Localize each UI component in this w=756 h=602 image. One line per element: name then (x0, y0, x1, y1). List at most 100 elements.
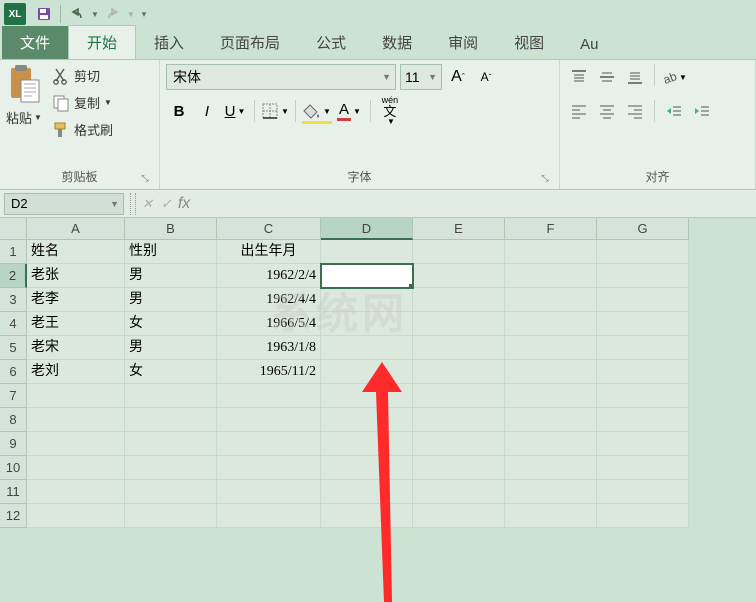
format-painter-button[interactable]: 格式刷 (48, 118, 117, 141)
cell[interactable] (597, 408, 689, 432)
cell[interactable] (321, 408, 413, 432)
cell[interactable]: 1962/2/4 (217, 264, 321, 288)
cell[interactable] (413, 408, 505, 432)
cell[interactable]: 1966/5/4 (217, 312, 321, 336)
row-header[interactable]: 6 (0, 360, 27, 384)
copy-button[interactable]: 复制▼ (48, 91, 117, 114)
align-middle-button[interactable] (594, 64, 620, 90)
cell[interactable] (597, 240, 689, 264)
cell[interactable] (597, 336, 689, 360)
cell[interactable]: 女 (125, 360, 217, 384)
cell[interactable]: 老张 (27, 264, 125, 288)
borders-button[interactable]: ▼ (261, 98, 289, 124)
align-center-button[interactable] (594, 98, 620, 124)
decrease-indent-button[interactable] (661, 98, 687, 124)
cell[interactable]: 老李 (27, 288, 125, 312)
cell[interactable] (505, 336, 597, 360)
cell[interactable] (217, 456, 321, 480)
qat-customize[interactable]: ▾ (137, 2, 151, 26)
formula-input[interactable] (196, 193, 756, 215)
cell[interactable] (27, 384, 125, 408)
cell[interactable] (321, 456, 413, 480)
cell[interactable] (505, 240, 597, 264)
row-header[interactable]: 5 (0, 336, 27, 360)
col-header-a[interactable]: A (27, 218, 125, 240)
increase-indent-button[interactable] (689, 98, 715, 124)
cell[interactable] (505, 264, 597, 288)
col-header-d[interactable]: D (321, 218, 413, 240)
cell[interactable] (217, 408, 321, 432)
cell[interactable] (413, 240, 505, 264)
align-top-button[interactable] (566, 64, 592, 90)
cell[interactable] (27, 456, 125, 480)
cell[interactable] (321, 336, 413, 360)
cell[interactable] (125, 456, 217, 480)
italic-button[interactable]: I (194, 98, 220, 124)
col-header-g[interactable]: G (597, 218, 689, 240)
tab-cut-off[interactable]: Au (562, 30, 616, 59)
cell[interactable] (597, 480, 689, 504)
tab-review[interactable]: 审阅 (430, 26, 496, 59)
cancel-formula-icon[interactable]: ✕ (142, 196, 153, 212)
cell[interactable] (597, 264, 689, 288)
cell[interactable]: 男 (125, 288, 217, 312)
align-right-button[interactable] (622, 98, 648, 124)
cell[interactable] (321, 240, 413, 264)
orientation-button[interactable]: ab▼ (661, 64, 687, 90)
font-name-combo[interactable]: 宋体▼ (166, 64, 396, 90)
active-cell[interactable] (321, 264, 413, 288)
cell[interactable] (505, 504, 597, 528)
cell[interactable] (413, 288, 505, 312)
cell[interactable] (217, 432, 321, 456)
tab-view[interactable]: 视图 (496, 26, 562, 59)
cell[interactable] (125, 408, 217, 432)
worksheet-grid[interactable]: A B C D E F G 1 姓名 性别 出生年月 2 老张 男 1962/2… (0, 218, 756, 528)
row-header[interactable]: 1 (0, 240, 27, 264)
tab-insert[interactable]: 插入 (136, 26, 202, 59)
row-header[interactable]: 7 (0, 384, 27, 408)
cell[interactable] (505, 480, 597, 504)
cell[interactable] (321, 288, 413, 312)
align-bottom-button[interactable] (622, 64, 648, 90)
row-header[interactable]: 4 (0, 312, 27, 336)
cell[interactable] (505, 288, 597, 312)
row-header[interactable]: 8 (0, 408, 27, 432)
cell[interactable] (321, 360, 413, 384)
cell[interactable] (125, 504, 217, 528)
cell[interactable] (125, 384, 217, 408)
cell[interactable] (505, 456, 597, 480)
paste-button[interactable]: 粘贴▼ (6, 64, 42, 127)
undo-button[interactable] (65, 2, 89, 26)
font-launcher[interactable]: ⤡ (539, 173, 551, 185)
cell[interactable] (413, 384, 505, 408)
underline-button[interactable]: U▼ (222, 98, 248, 124)
align-left-button[interactable] (566, 98, 592, 124)
col-header-e[interactable]: E (413, 218, 505, 240)
cell[interactable] (125, 480, 217, 504)
cell[interactable] (505, 408, 597, 432)
cell[interactable] (505, 312, 597, 336)
cell[interactable] (27, 504, 125, 528)
col-header-c[interactable]: C (217, 218, 321, 240)
tab-file[interactable]: 文件 (2, 26, 68, 59)
cell[interactable] (505, 384, 597, 408)
cell[interactable] (321, 312, 413, 336)
cell[interactable] (217, 480, 321, 504)
cell[interactable] (321, 480, 413, 504)
cell[interactable]: 性别 (125, 240, 217, 264)
select-all-corner[interactable] (0, 218, 27, 240)
cell[interactable] (597, 504, 689, 528)
redo-dropdown[interactable]: ▼ (125, 2, 137, 26)
cell[interactable]: 1965/11/2 (217, 360, 321, 384)
cell[interactable]: 姓名 (27, 240, 125, 264)
undo-dropdown[interactable]: ▼ (89, 2, 101, 26)
cell[interactable] (413, 456, 505, 480)
cell[interactable]: 1963/1/8 (217, 336, 321, 360)
cell[interactable] (27, 408, 125, 432)
cell[interactable] (597, 432, 689, 456)
cell[interactable] (413, 264, 505, 288)
tab-data[interactable]: 数据 (364, 26, 430, 59)
tab-page-layout[interactable]: 页面布局 (202, 26, 298, 59)
cell[interactable] (413, 504, 505, 528)
decrease-font-button[interactable]: Aˇ (474, 65, 498, 89)
